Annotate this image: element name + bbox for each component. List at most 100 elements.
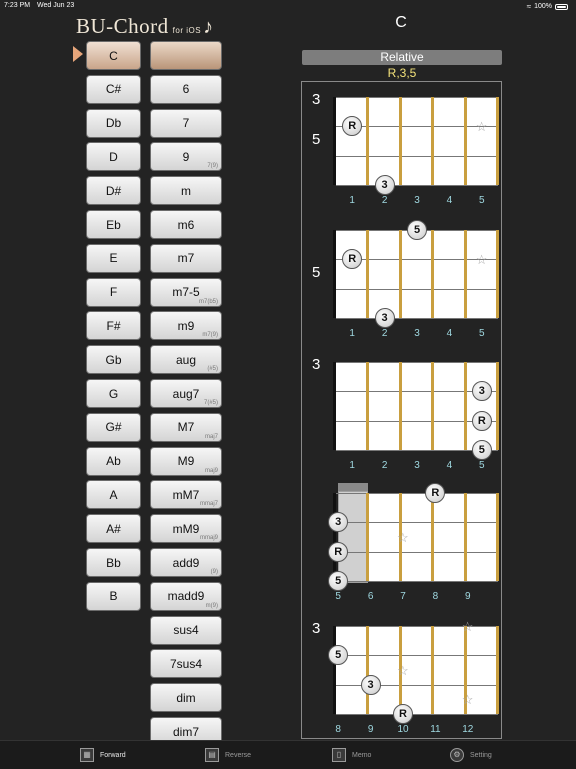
quality-button-9[interactable]: 9 7(9) <box>150 142 222 172</box>
root-button-label: D <box>109 149 118 164</box>
fret-number: 11 <box>430 724 441 735</box>
fret-number: 5 <box>479 460 485 471</box>
root-button-label: A# <box>106 521 121 536</box>
tab-reverse[interactable]: ▤ Reverse <box>205 741 251 769</box>
root-button-gb[interactable]: Gb <box>86 345 141 375</box>
nut-line <box>333 97 336 185</box>
quality-button-madd9[interactable]: madd9 m(9) <box>150 581 222 611</box>
note-marker-3[interactable]: 3 <box>374 175 395 195</box>
quality-button-label: M9 <box>177 454 195 469</box>
root-button-label: Gb <box>105 352 122 367</box>
root-button-f[interactable]: F <box>86 277 141 307</box>
quality-button-label: 6 <box>182 82 190 97</box>
note-marker-r[interactable]: R <box>328 541 349 562</box>
fret-number: 10 <box>397 724 409 735</box>
quality-button-mM7[interactable]: mM7 mmaj7 <box>150 480 222 510</box>
quality-button-aug7[interactable]: aug7 7(#5) <box>150 379 222 408</box>
fret-number: 9 <box>465 591 471 602</box>
star-marker: ☆ <box>461 619 474 634</box>
tab-forward[interactable]: ▦ Forward <box>80 741 126 769</box>
position-label-top: 3 <box>312 356 321 373</box>
fretboard <box>336 626 498 714</box>
note-marker-3[interactable]: 3 <box>374 308 395 328</box>
quality-button-label: m6 <box>177 217 195 232</box>
fret-wire <box>431 626 435 714</box>
quality-button-sublabel: 7(9) <box>207 163 218 170</box>
gear-icon: ⚙ <box>450 748 464 762</box>
quality-button-m[interactable]: m <box>150 176 222 206</box>
string-line <box>336 522 498 524</box>
status-right: ≈ 100% <box>527 2 568 11</box>
fret-wire <box>398 362 402 450</box>
fret-number: 3 <box>414 328 420 339</box>
root-button-label: B <box>109 589 118 604</box>
quality-button-m9[interactable]: m9 m7(9) <box>150 311 222 341</box>
root-button-ab[interactable]: Ab <box>86 446 141 476</box>
string-line <box>336 493 498 494</box>
root-button-b[interactable]: B <box>86 581 141 611</box>
note-marker-r[interactable]: R <box>471 410 492 431</box>
relative-mode-button[interactable]: Relative <box>302 50 502 65</box>
root-button-c[interactable]: C <box>86 41 141 70</box>
quality-button-major[interactable] <box>150 41 222 70</box>
tab-label: Forward <box>100 751 126 759</box>
root-button-a[interactable]: A <box>86 480 141 510</box>
quality-button-sublabel: m7(b5) <box>198 298 218 305</box>
logo-text: BU-Chord <box>76 14 169 38</box>
quality-button-label: dim <box>176 690 196 705</box>
fret-wire <box>496 230 499 318</box>
tab-memo[interactable]: ▯ Memo <box>332 741 371 769</box>
note-marker-3[interactable]: 3 <box>471 381 492 402</box>
root-button-label: F# <box>106 318 121 333</box>
string-line <box>336 655 498 657</box>
logo-sub: for iOS <box>172 26 202 35</box>
quality-button-7[interactable]: 7 <box>150 108 222 138</box>
chord-name: C <box>395 14 407 31</box>
fret-wire <box>463 230 467 318</box>
note-marker-5[interactable]: 5 <box>471 440 492 460</box>
note-marker-r[interactable]: R <box>393 704 413 724</box>
quality-button-m7[interactable]: m7 <box>150 243 222 273</box>
quality-button-mM9[interactable]: mM9 mmaj9 <box>150 514 222 544</box>
note-marker-5[interactable]: 5 <box>407 220 427 240</box>
fret-wire <box>496 626 499 714</box>
root-button-asharp[interactable]: A# <box>86 514 141 544</box>
root-button-fsharp[interactable]: F# <box>86 311 141 341</box>
quality-button-M7[interactable]: M7 maj7 <box>150 412 222 442</box>
quality-button-dim[interactable]: dim <box>150 683 222 713</box>
quality-button-label: sus4 <box>173 623 199 638</box>
quality-button-label: aug7 <box>172 386 200 401</box>
selection-arrow-icon <box>73 46 83 62</box>
quality-button-7sus4[interactable]: 7sus4 <box>150 649 222 679</box>
string-line <box>336 185 498 186</box>
root-button-csharp[interactable]: C# <box>86 74 141 104</box>
quality-button-M9[interactable]: M9 maj9 <box>150 446 222 476</box>
root-button-d[interactable]: D <box>86 142 141 172</box>
quality-button-aug[interactable]: aug (#5) <box>150 345 222 375</box>
root-button-g[interactable]: G <box>86 379 141 408</box>
quality-button-6[interactable]: 6 <box>150 74 222 104</box>
quality-button-m6[interactable]: m6 <box>150 210 222 239</box>
quality-button-m7-5[interactable]: m7-5 m7(b5) <box>150 277 222 307</box>
tab-setting[interactable]: ⚙ Setting <box>450 741 492 769</box>
nut-line <box>333 230 336 318</box>
root-button-eb[interactable]: Eb <box>86 210 141 239</box>
star-marker: ☆ <box>461 692 474 708</box>
fret-wire <box>366 97 370 185</box>
quality-button-sublabel: 7(#5) <box>203 400 218 406</box>
root-button-dsharp[interactable]: D# <box>86 176 141 206</box>
note-marker-3[interactable]: 3 <box>360 674 381 695</box>
fret-wire <box>431 97 435 185</box>
quality-button-add9[interactable]: add9 (9) <box>150 548 222 577</box>
root-button-gsharp[interactable]: G# <box>86 412 141 442</box>
fret-wire <box>463 493 467 581</box>
root-button-bb[interactable]: Bb <box>86 548 141 577</box>
quality-button-label: m9 <box>177 318 195 333</box>
quality-button-sus4[interactable]: sus4 <box>150 615 222 645</box>
quality-button-sublabel: (9) <box>210 569 218 575</box>
fret-wire <box>463 97 467 185</box>
root-button-e[interactable]: E <box>86 243 141 273</box>
root-button-db[interactable]: Db <box>86 108 141 138</box>
battery-icon <box>555 3 568 10</box>
root-button-label: A <box>109 487 118 502</box>
